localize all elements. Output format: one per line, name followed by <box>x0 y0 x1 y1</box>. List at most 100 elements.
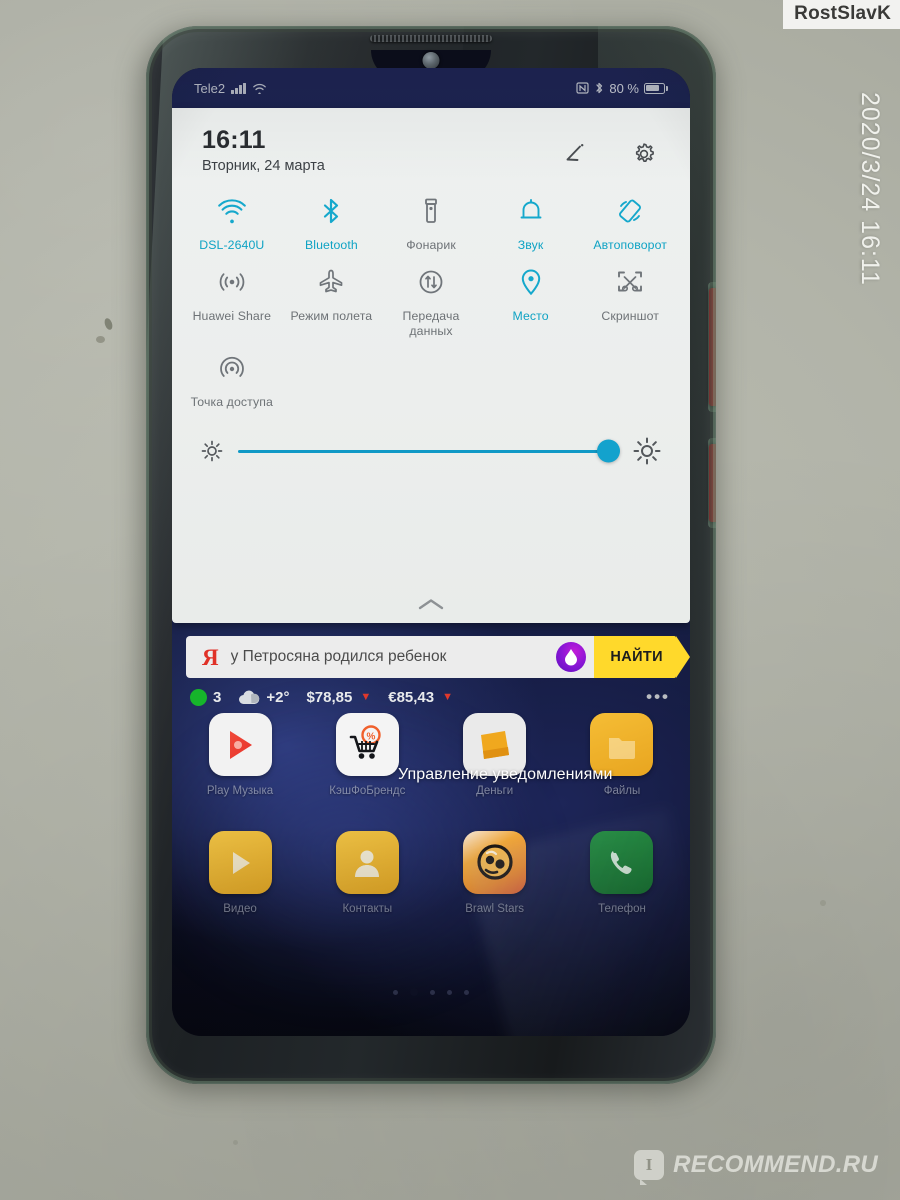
data-transfer-icon <box>419 270 443 294</box>
yandex-search-button[interactable]: НАЙТИ <box>594 636 690 678</box>
app-grid: Play Музыка % КэшФоБрендс Деньги Файлы В… <box>172 713 690 915</box>
alice-assistant-icon[interactable] <box>556 642 587 672</box>
tile-label: Место <box>512 308 549 323</box>
tile-sound[interactable]: Звук <box>481 188 581 253</box>
screenshot-scene: Play Музыка % КэшФоБрендс Деньги Файлы В… <box>0 0 900 1200</box>
eur-rate-chip[interactable]: €85,43 ▼ <box>388 689 453 706</box>
yandex-logo: Я <box>202 644 219 670</box>
tile-label: Передача данных <box>402 308 460 338</box>
status-bar-left: Tele2 <box>194 81 267 96</box>
video-play-icon <box>208 831 272 894</box>
page-dot <box>447 989 452 995</box>
quick-settings-actions <box>562 126 660 168</box>
nfc-icon <box>576 82 589 94</box>
bell-icon <box>520 198 542 218</box>
tile-label: Точка доступа <box>190 394 273 409</box>
desk-speck <box>233 1140 238 1145</box>
sun-large-icon <box>633 437 661 465</box>
tile-screenshot[interactable]: Скриншот <box>580 259 680 339</box>
tile-label: Звук <box>517 237 544 252</box>
tile-label: Huawei Share <box>192 308 272 323</box>
app-files[interactable]: Файлы <box>580 713 664 797</box>
weather-chip[interactable]: +2° <box>238 689 289 706</box>
tile-label: DSL-2640U <box>199 237 265 252</box>
tile-label: Фонарик <box>406 237 456 252</box>
home-page-indicator[interactable] <box>172 988 690 996</box>
clock-date: Вторник, 24 марта <box>202 157 325 174</box>
svg-text:%: % <box>367 731 376 742</box>
volume-button[interactable] <box>709 288 716 406</box>
desk-speck <box>103 317 114 331</box>
app-label: Видео <box>223 903 257 915</box>
flashlight-icon <box>425 198 437 223</box>
app-label: Brawl Stars <box>465 903 525 915</box>
brightness-control <box>172 410 690 466</box>
app-label: Телефон <box>598 903 646 915</box>
signal-bars-icon <box>231 82 246 94</box>
phone-screen: Play Музыка % КэшФоБрендс Деньги Файлы В… <box>172 68 690 1036</box>
app-cashforbrands[interactable]: % КэшФоБрендс <box>325 713 409 797</box>
tile-label: Bluetooth <box>304 237 358 252</box>
tile-label: Режим полета <box>290 308 373 323</box>
tile-flashlight[interactable]: Фонарик <box>381 188 481 253</box>
usd-rate-chip[interactable]: $78,85 ▼ <box>306 689 371 706</box>
auto-rotate-icon <box>619 199 642 222</box>
tile-location[interactable]: Место <box>481 259 581 339</box>
yandex-search-input[interactable]: у Петросяна родился ребенок <box>231 648 557 666</box>
app-row-1: Play Музыка % КэшФоБрендс Деньги Файлы <box>198 713 664 797</box>
app-row-2: Видео Контакты Brawl Stars Телефон <box>198 831 664 915</box>
edit-pencil-icon[interactable] <box>562 140 590 168</box>
tile-label: Автоповорот <box>593 237 668 252</box>
brightness-slider-thumb[interactable] <box>597 439 620 463</box>
weather-temp: +2° <box>266 688 290 706</box>
brightness-slider[interactable] <box>238 439 620 463</box>
status-bar: Tele2 80 % <box>172 68 690 108</box>
tile-auto-rotate[interactable]: Автоповорот <box>580 188 680 253</box>
desk-speck <box>96 336 105 343</box>
page-dot <box>430 989 435 995</box>
cloud-icon <box>239 690 260 704</box>
power-button[interactable] <box>709 444 716 522</box>
tile-wifi[interactable]: DSL-2640U <box>182 188 282 253</box>
app-label: Деньги <box>476 785 514 797</box>
app-phone[interactable]: Телефон <box>580 831 664 915</box>
phone-handset-icon <box>590 831 654 894</box>
wifi-icon <box>217 198 246 223</box>
tile-mobile-data[interactable]: Передача данных <box>381 259 481 339</box>
usd-rate: $78,85 <box>306 688 353 706</box>
sun-small-icon <box>201 440 223 462</box>
app-play-music[interactable]: Play Музыка <box>198 713 282 797</box>
app-brawl-stars[interactable]: Brawl Stars <box>453 831 537 915</box>
traffic-chip[interactable]: 3 <box>190 688 221 706</box>
screenshot-icon <box>618 271 643 292</box>
eur-rate: €85,43 <box>388 688 435 706</box>
app-money[interactable]: Деньги <box>453 713 537 797</box>
yandex-search-bar[interactable]: Я у Петросяна родился ребенок НАЙТИ <box>186 636 690 678</box>
site-watermark-text: RECOMMEND.RU <box>673 1151 878 1178</box>
irecommend-logo-icon: I <box>634 1150 665 1185</box>
page-dot <box>393 989 398 995</box>
bluetooth-icon <box>324 198 339 223</box>
desk-speck <box>820 900 826 906</box>
battery-icon <box>644 82 668 94</box>
app-contacts[interactable]: Контакты <box>325 831 409 915</box>
shopping-cart-icon: % <box>335 713 399 776</box>
traffic-dot-icon <box>190 688 207 706</box>
brawl-stars-icon <box>463 831 527 894</box>
app-label: Файлы <box>603 785 641 797</box>
quick-settings-header: 16:11 Вторник, 24 марта <box>172 108 690 174</box>
play-music-icon <box>208 713 272 776</box>
hotspot-icon <box>219 356 244 377</box>
smartphone-device: Play Музыка % КэшФоБрендс Деньги Файлы В… <box>146 26 716 1084</box>
app-video[interactable]: Видео <box>198 831 282 915</box>
app-label: КэшФоБрендс <box>329 785 406 797</box>
tile-airplane-mode[interactable]: Режим полета <box>282 259 382 339</box>
gear-icon[interactable] <box>630 140 658 168</box>
site-watermark: I RECOMMEND.RU <box>634 1150 878 1185</box>
chevron-up-icon[interactable] <box>416 597 446 611</box>
earpiece-speaker <box>370 35 492 42</box>
more-dots-icon[interactable]: ••• <box>646 687 670 707</box>
tile-huawei-share[interactable]: Huawei Share <box>182 259 282 339</box>
tile-hotspot[interactable]: Точка доступа <box>182 345 282 410</box>
tile-bluetooth[interactable]: Bluetooth <box>282 188 382 253</box>
